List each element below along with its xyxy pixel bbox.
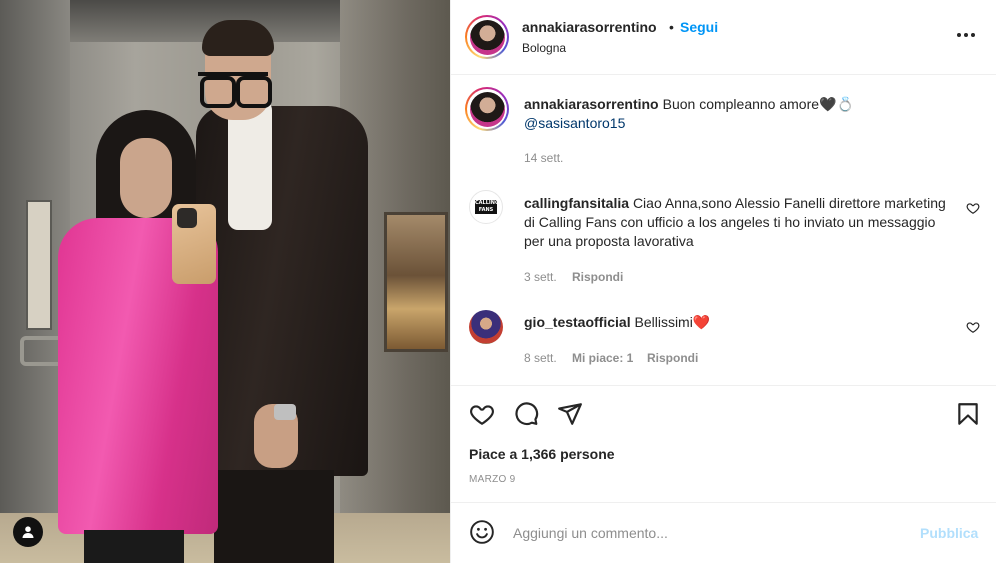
follow-button[interactable]: Segui (680, 19, 718, 35)
comment-username[interactable]: callingfansitalia (524, 195, 629, 211)
divider (451, 385, 996, 386)
comment-avatar-callingfansitalia[interactable]: CALLING FANS (469, 190, 503, 224)
person-icon (22, 526, 34, 538)
comment-reply-button[interactable]: Rispondi (647, 351, 698, 365)
photo-wall-sign (384, 212, 448, 352)
post-location[interactable]: Bologna (522, 41, 566, 55)
photo-woman-face (120, 138, 172, 218)
divider (451, 502, 996, 503)
comment-time[interactable]: 8 sett. (524, 351, 557, 365)
post-photo[interactable] (0, 0, 450, 563)
photo-smartphone-camera (177, 208, 197, 228)
caption-avatar[interactable] (465, 87, 509, 131)
comment-likes-count[interactable]: Mi piace: 1 (572, 351, 633, 365)
emoji-icon[interactable] (469, 519, 495, 545)
comment-username[interactable]: gio_testaofficial (524, 314, 631, 330)
comment-like-heart-icon[interactable] (966, 320, 980, 334)
caption-username[interactable]: annakiarasorrentino (524, 96, 659, 112)
comment-item: gio_testaofficial Bellissimi❤️ (524, 313, 954, 332)
comment-item: callingfansitalia Ciao Anna,sono Alessio… (524, 194, 954, 251)
comment-input[interactable] (513, 522, 903, 544)
caption-text: Buon compleanno amore🖤💍 (662, 96, 854, 112)
more-horizontal-icon (957, 33, 961, 37)
caption-time[interactable]: 14 sett. (524, 151, 563, 165)
send-icon[interactable] (557, 401, 583, 427)
comment-time[interactable]: 3 sett. (524, 270, 557, 284)
separator-dot: • (669, 19, 674, 35)
photo-man-glasses (198, 72, 272, 108)
author-avatar[interactable] (465, 15, 509, 59)
bookmark-icon[interactable] (955, 401, 981, 427)
likes-count[interactable]: Piace a 1,366 persone (469, 446, 615, 462)
comment-reply-button[interactable]: Rispondi (572, 270, 623, 284)
caption-mention[interactable]: @sasisantoro15 (524, 115, 625, 131)
photo-man-trousers (214, 470, 334, 563)
author-username[interactable]: annakiarasorrentino (522, 19, 657, 35)
heart-icon[interactable] (469, 401, 495, 427)
publish-button[interactable]: Pubblica (920, 525, 978, 541)
comment-body: Bellissimi❤️ (634, 314, 711, 330)
photo-elevator-placard (26, 200, 52, 330)
post-header: annakiarasorrentino • Segui Bologna (451, 0, 996, 75)
photo-man-hair (202, 20, 274, 56)
photo-woman-legs (84, 530, 184, 563)
comment-like-heart-icon[interactable] (966, 201, 980, 215)
post-caption: annakiarasorrentino Buon compleanno amore… (524, 95, 904, 133)
calling-fans-logo: CALLING FANS (475, 200, 500, 214)
photo-man-watch (274, 404, 296, 420)
post-date[interactable]: MARZO 9 (469, 474, 516, 485)
comment-avatar-gio-testaofficial[interactable] (469, 310, 503, 344)
comment-icon[interactable] (513, 401, 539, 427)
post-side-panel: annakiarasorrentino • Segui Bologna anna… (450, 0, 996, 563)
tagged-users-button[interactable] (13, 517, 43, 547)
more-options-button[interactable] (955, 24, 977, 46)
